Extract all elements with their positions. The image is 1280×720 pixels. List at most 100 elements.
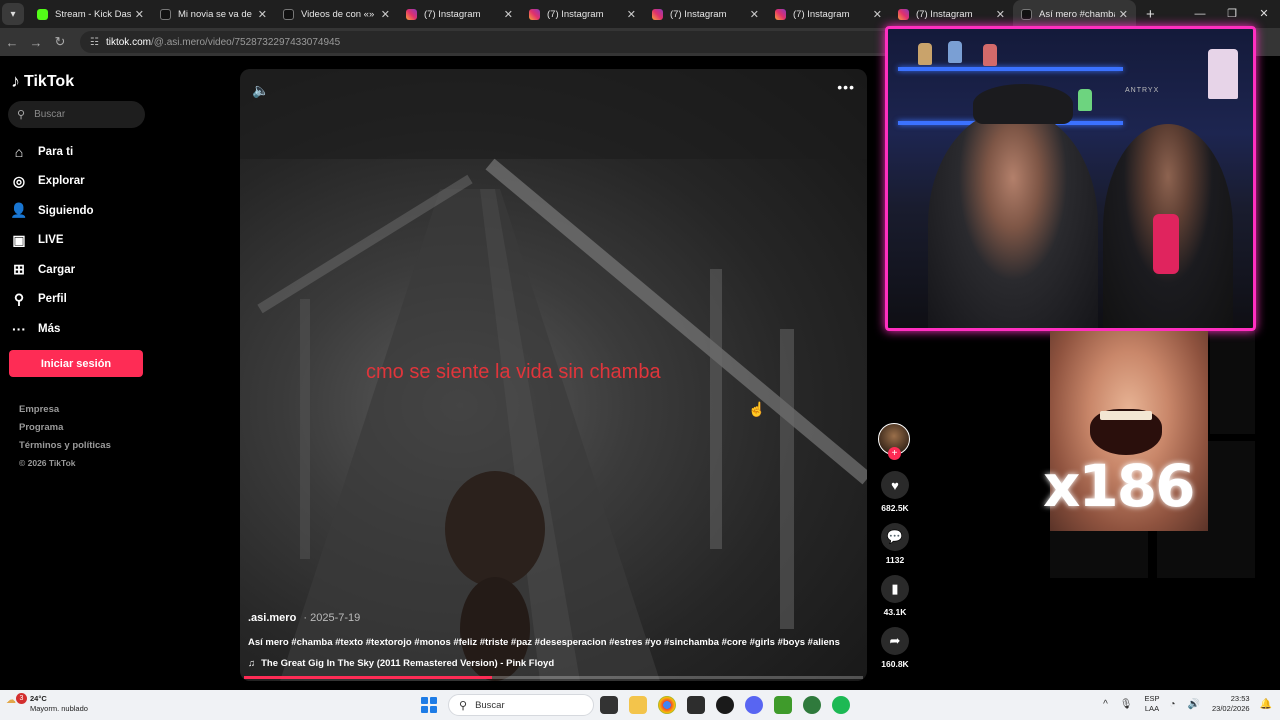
cap bbox=[973, 84, 1073, 124]
browser-tab[interactable]: (7) Instagram ✕ bbox=[398, 0, 521, 28]
new-tab-button[interactable]: + bbox=[1146, 6, 1155, 23]
url-field[interactable]: ☷ tiktok.com/@.asi.mero/video/7528732297… bbox=[80, 31, 930, 53]
close-window-button[interactable]: ✕ bbox=[1248, 0, 1280, 28]
search-input[interactable]: ⚲ Buscar bbox=[8, 101, 145, 128]
sidebar-item-más[interactable]: ··· Más bbox=[10, 314, 94, 344]
kick-icon bbox=[37, 8, 48, 20]
tab-search-menu[interactable]: ▾ bbox=[2, 3, 24, 25]
clock[interactable]: 23:53 23/02/2026 bbox=[1212, 694, 1250, 714]
weather-badge: 3 bbox=[16, 693, 27, 704]
chrome-icon[interactable] bbox=[658, 696, 676, 714]
video-username[interactable]: .asi.mero bbox=[248, 612, 296, 624]
sidebar-item-siguiendo[interactable]: 👤 Siguiendo bbox=[10, 196, 93, 226]
reload-button[interactable]: ↻ bbox=[48, 34, 72, 50]
browser-tab[interactable]: Así mero #chamba ✕ bbox=[1013, 0, 1136, 28]
video-player[interactable]: 🔈 ••• cmo se siente la vida sin chamba .… bbox=[240, 69, 867, 681]
speaker-icon[interactable]: 🔊 bbox=[1188, 699, 1200, 710]
weather-widget[interactable]: ☁ 3 24°C Mayorm. nublado bbox=[6, 693, 88, 714]
close-tab-icon[interactable]: ✕ bbox=[996, 8, 1005, 21]
tiktok-logo-text: TikTok bbox=[24, 72, 75, 90]
tab-title: Así mero #chamba bbox=[1039, 8, 1115, 20]
copyright: © 2026 TikTok bbox=[19, 458, 76, 468]
video-music[interactable]: ♫ The Great Gig In The Sky (2011 Remaster… bbox=[248, 658, 554, 669]
minimize-button[interactable]: — bbox=[1184, 0, 1216, 28]
forward-button[interactable]: → bbox=[24, 35, 48, 50]
login-button[interactable]: Iniciar sesión bbox=[9, 350, 143, 377]
start-button[interactable] bbox=[421, 697, 437, 713]
tab-title: Stream - Kick Dashboard bbox=[55, 8, 131, 20]
sidebar-item-perfil[interactable]: ⚲ Perfil bbox=[10, 285, 94, 315]
heart-icon[interactable]: ♥ bbox=[881, 471, 909, 499]
footer-link-programa[interactable]: Programa bbox=[19, 422, 111, 440]
minecraft-icon[interactable] bbox=[774, 696, 792, 714]
poster bbox=[1208, 49, 1238, 99]
instagram-icon bbox=[529, 8, 540, 20]
taskbar-search[interactable]: ⚲ Buscar bbox=[448, 694, 594, 716]
footer-links: Empresa Programa Términos y políticas © … bbox=[19, 404, 111, 472]
video-progress-bar[interactable] bbox=[244, 676, 863, 679]
follow-plus-icon[interactable]: + bbox=[888, 447, 901, 460]
site-info-icon[interactable]: ☷ bbox=[90, 37, 99, 48]
action-rail: + ♥ 682.5K 💬 1132 ▮ 43.1K ➦ 160.8K bbox=[875, 423, 915, 669]
sidebar-nav: ⌂ Para ti ◎ Explorar 👤 Siguiendo ▣ LIVE ⊞ Cargar ⚲… bbox=[10, 137, 94, 344]
discord-icon[interactable] bbox=[745, 696, 763, 714]
xbox-icon[interactable] bbox=[803, 696, 821, 714]
home-icon: ⌂ bbox=[14, 143, 24, 160]
close-tab-icon[interactable]: ✕ bbox=[381, 8, 390, 21]
tiktok-icon bbox=[160, 8, 171, 20]
close-tab-icon[interactable]: ✕ bbox=[504, 8, 513, 21]
comment-icon[interactable]: 💬 bbox=[881, 523, 909, 551]
close-tab-icon[interactable]: ✕ bbox=[627, 8, 636, 21]
sidebar-item-explorar[interactable]: ◎ Explorar bbox=[10, 167, 94, 197]
like-action[interactable]: ♥ 682.5K bbox=[875, 471, 915, 513]
close-tab-icon[interactable]: ✕ bbox=[750, 8, 759, 21]
sidebar-item-cargar[interactable]: ⊞ Cargar bbox=[10, 255, 94, 285]
microphone-icon[interactable]: 🎙 bbox=[1120, 699, 1133, 710]
close-tab-icon[interactable]: ✕ bbox=[1119, 8, 1128, 21]
sidebar-item-label: Explorar bbox=[38, 175, 85, 188]
browser-tab[interactable]: Stream - Kick Dashboard ✕ bbox=[29, 0, 152, 28]
spotify-icon[interactable] bbox=[832, 696, 850, 714]
sidebar-item-para-ti[interactable]: ⌂ Para ti bbox=[10, 137, 94, 167]
footer-link-terms[interactable]: Términos y políticas bbox=[19, 440, 111, 458]
browser-tab-bar: ▾ Stream - Kick Dashboard✕Mi novia se va… bbox=[0, 0, 1280, 28]
volume-icon[interactable]: 🔈 bbox=[252, 82, 269, 99]
browser-tab[interactable]: (7) Instagram ✕ bbox=[521, 0, 644, 28]
browser-tab[interactable]: (7) Instagram ✕ bbox=[890, 0, 1013, 28]
system-tray: ^ 🎙 ESP LAA ◔ 🔊 23:53 23/02/2026 🔔 bbox=[1103, 694, 1272, 714]
browser-tab[interactable]: Mi novia se va de viaje ✕ bbox=[152, 0, 275, 28]
footer-link-empresa[interactable]: Empresa bbox=[19, 404, 111, 422]
close-tab-icon[interactable]: ✕ bbox=[135, 8, 144, 21]
more-options-icon[interactable]: ••• bbox=[837, 79, 855, 95]
tiktok-icon bbox=[1021, 8, 1032, 20]
close-tab-icon[interactable]: ✕ bbox=[258, 8, 267, 21]
file-explorer-icon[interactable] bbox=[629, 696, 647, 714]
instagram-icon bbox=[652, 8, 663, 20]
browser-tab[interactable]: Videos de con «» | TikTok ✕ bbox=[275, 0, 398, 28]
tiktok-logo[interactable]: ♪ TikTok bbox=[11, 71, 74, 92]
share-action[interactable]: ➦ 160.8K bbox=[875, 627, 915, 669]
overlay-dark-panel bbox=[1210, 331, 1255, 434]
app-icon[interactable] bbox=[687, 696, 705, 714]
wifi-icon[interactable]: ◔ bbox=[1170, 699, 1176, 710]
share-icon[interactable]: ➦ bbox=[881, 627, 909, 655]
notification-bell-icon[interactable]: 🔔 bbox=[1260, 699, 1272, 710]
save-count: 43.1K bbox=[883, 607, 907, 617]
browser-tab[interactable]: (7) Instagram ✕ bbox=[644, 0, 767, 28]
comment-action[interactable]: 💬 1132 bbox=[875, 523, 915, 565]
sidebar-item-label: Perfil bbox=[38, 293, 67, 306]
back-button[interactable]: ← bbox=[0, 35, 24, 50]
video-description: Así mero #chamba #texto #textorojo #mono… bbox=[248, 637, 840, 648]
language-indicator[interactable]: ESP LAA bbox=[1144, 694, 1159, 714]
meme-teeth bbox=[1100, 411, 1152, 420]
maximize-button[interactable]: ❐ bbox=[1216, 0, 1248, 28]
task-view-icon[interactable] bbox=[600, 696, 618, 714]
bookmark-icon[interactable]: ▮ bbox=[881, 575, 909, 603]
browser-tab[interactable]: (7) Instagram ✕ bbox=[767, 0, 890, 28]
like-count: 682.5K bbox=[881, 503, 909, 513]
chevron-up-icon[interactable]: ^ bbox=[1103, 699, 1108, 710]
sidebar-item-live[interactable]: ▣ LIVE bbox=[10, 226, 94, 256]
obs-icon[interactable] bbox=[716, 696, 734, 714]
save-action[interactable]: ▮ 43.1K bbox=[875, 575, 915, 617]
close-tab-icon[interactable]: ✕ bbox=[873, 8, 882, 21]
